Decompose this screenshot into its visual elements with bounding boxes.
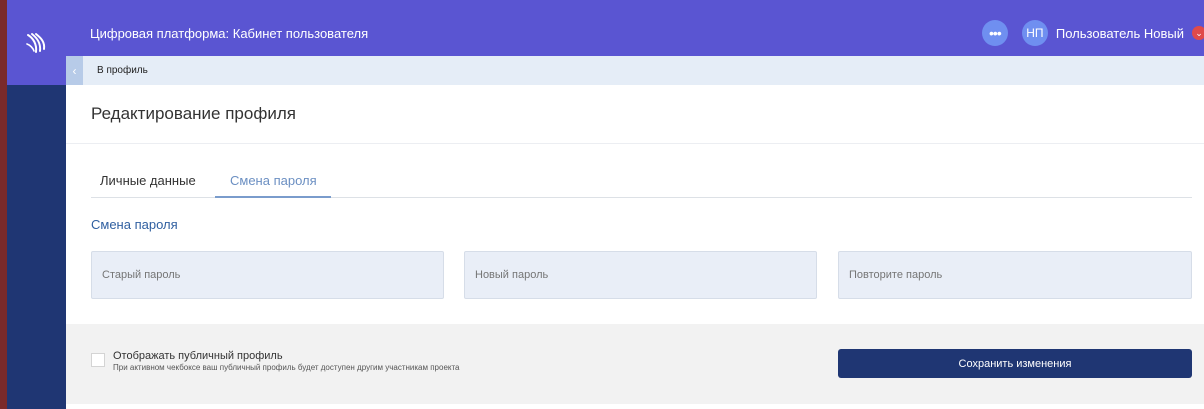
back-button[interactable]: ‹ <box>66 56 83 85</box>
old-password-input[interactable] <box>91 251 444 299</box>
footer-panel: Отображать публичный профиль При активно… <box>66 324 1204 404</box>
breadcrumb: ‹ В профиль <box>66 56 1204 85</box>
chevron-left-icon: ‹ <box>72 63 77 78</box>
public-profile-label: Отображать публичный профиль <box>113 350 283 362</box>
tab-label: Личные данные <box>100 173 196 188</box>
section-title: Смена пароля <box>91 217 178 232</box>
header-user-area: ••• НП Пользователь Новый ⌄ <box>981 10 1204 56</box>
profile-tabs: Личные данные Смена пароля <box>91 165 1192 198</box>
tab-personal-data[interactable]: Личные данные <box>91 165 215 198</box>
public-profile-checkbox[interactable] <box>91 353 105 367</box>
logo-icon <box>25 33 45 53</box>
app-title: Цифровая платформа: Кабинет пользователя <box>90 25 369 41</box>
tab-change-password[interactable]: Смена пароля <box>215 165 331 198</box>
more-dots-icon[interactable]: ••• <box>981 20 1008 46</box>
tab-label: Смена пароля <box>230 173 317 188</box>
page-title: Редактирование профиля <box>91 104 296 123</box>
chevron-down-icon[interactable]: ⌄ <box>1192 26 1204 40</box>
breadcrumb-profile-link[interactable]: В профиль <box>97 65 148 76</box>
side-rail <box>7 0 66 409</box>
avatar[interactable]: НП <box>1021 20 1048 46</box>
title-divider <box>66 143 1204 144</box>
save-button[interactable]: Сохранить изменения <box>838 349 1192 378</box>
new-password-input[interactable] <box>464 251 817 299</box>
user-name[interactable]: Пользователь Новый <box>1056 26 1184 41</box>
header-strip <box>66 0 1204 10</box>
window-edge <box>0 0 7 409</box>
public-profile-hint: При активном чекбоксе ваш публичный проф… <box>113 363 460 372</box>
app-header: Цифровая платформа: Кабинет пользователя… <box>66 10 1204 56</box>
logo-area[interactable] <box>7 0 66 85</box>
repeat-password-input[interactable] <box>838 251 1192 299</box>
